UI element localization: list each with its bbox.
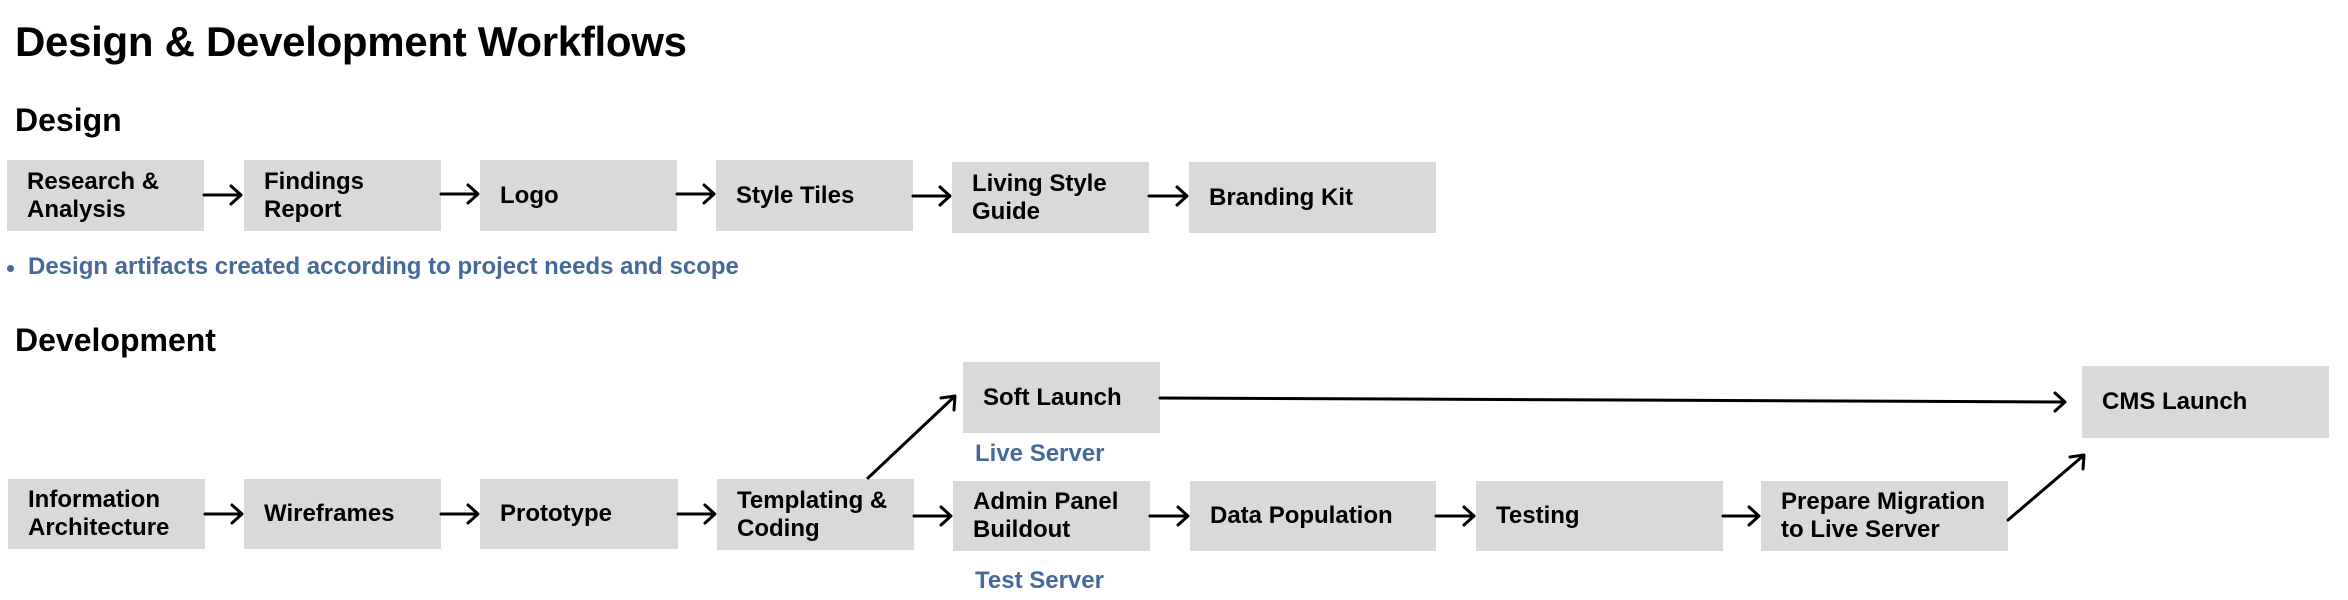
arrow-prototype-to-templating [676, 503, 717, 525]
arrow-living-style-guide-to-branding-kit [1147, 185, 1189, 207]
arrow-testing-to-prepare-migration [1721, 505, 1761, 527]
arrow-findings-to-logo [439, 183, 480, 205]
arrow-templating-to-soft-launch [866, 394, 957, 480]
connector-layer [202, 183, 2086, 527]
arrow-soft-launch-to-cms-launch [1158, 391, 2067, 413]
arrow-data-population-to-testing [1434, 505, 1476, 527]
arrow-style-tiles-to-living-style-guide [911, 185, 952, 207]
arrow-ia-to-wireframes [203, 503, 244, 525]
arrow-research-to-findings [202, 184, 243, 206]
arrow-wireframes-to-prototype [439, 503, 480, 525]
arrow-admin-panel-to-data-population [1148, 505, 1190, 527]
arrow-prepare-migration-to-cms-launch [2006, 453, 2086, 522]
arrow-logo-to-style-tiles [675, 183, 716, 205]
arrow-templating-to-admin-panel [912, 505, 953, 527]
